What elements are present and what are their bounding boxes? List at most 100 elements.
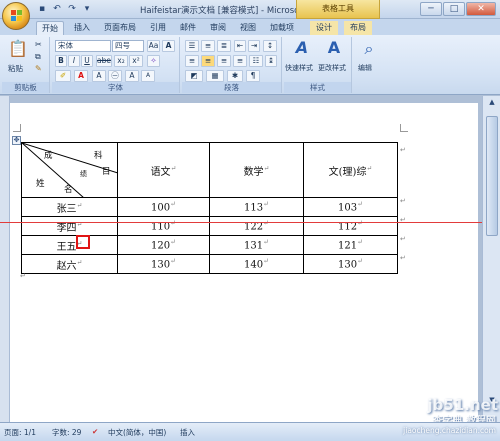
scroll-up-icon[interactable]: ▲ — [486, 98, 498, 108]
copy-icon[interactable]: ⧉ — [35, 52, 41, 62]
score-cell[interactable]: 140↵ — [209, 254, 304, 274]
strikethrough-button[interactable]: abe — [96, 55, 112, 67]
score-cell[interactable]: 103↵ — [303, 197, 398, 217]
font-color-button[interactable]: A — [74, 70, 88, 82]
column-header[interactable]: 语文↵ — [117, 142, 210, 198]
shading-icon[interactable]: ◩ — [185, 70, 203, 82]
text-effect-icon[interactable]: ✧ — [147, 55, 160, 67]
justify-icon[interactable]: ≡ — [233, 55, 247, 67]
name-cell[interactable]: 张三↵ — [21, 197, 118, 217]
chinese-layout-icon[interactable]: ✱ — [227, 70, 243, 82]
bold-button[interactable]: B — [55, 55, 67, 67]
score-cell[interactable]: 121↵ — [303, 235, 398, 255]
bullets-icon[interactable]: ☰ — [185, 40, 199, 52]
font-size-select[interactable]: 四号 — [112, 40, 144, 52]
quick-styles-label[interactable]: 快速样式 — [285, 63, 313, 73]
paragraph-group: ☰ ≡ ≣ ⇤ ⇥ ↕ ≡ ≡ ≡ ≡ ☷ ↨ ◩ ▦ ✱ ¶ 段落 — [182, 37, 282, 93]
quick-styles-icon[interactable]: A — [290, 38, 314, 57]
tab-addins[interactable]: 加载项 — [266, 21, 298, 35]
shrink-font-icon[interactable]: A — [141, 70, 155, 82]
edit-label[interactable]: 编辑 — [358, 63, 372, 73]
find-binoculars-icon[interactable]: ⌕ — [359, 39, 379, 59]
tab-layout[interactable]: 布局 — [344, 21, 372, 35]
tab-references[interactable]: 引用 — [146, 21, 170, 35]
clear-format-icon[interactable]: A — [162, 40, 175, 52]
language-indicator[interactable]: 中文(简体，中国) — [108, 427, 166, 438]
score-table[interactable]: 成 科 绩 目 姓 名 语文↵ 数学↵ 文(理)综↵ 张三↵ 100↵ 113↵… — [21, 142, 398, 274]
word-count[interactable]: 字数: 29 — [52, 427, 81, 438]
score-cell[interactable]: 122↵ — [209, 216, 304, 236]
format-painter-icon[interactable]: ✎ — [35, 64, 42, 73]
score-cell[interactable]: 130↵ — [303, 254, 398, 274]
diagonal-header-cell[interactable]: 成 科 绩 目 姓 名 — [21, 142, 118, 198]
font-group-label: 字体 — [52, 82, 179, 93]
paste-label[interactable]: 粘贴 — [8, 63, 23, 74]
show-marks-icon[interactable]: ¶ — [246, 70, 260, 82]
sort-icon[interactable]: ↕ — [263, 40, 277, 52]
proofing-icon[interactable]: ✔ — [92, 427, 98, 436]
maximize-button[interactable]: □ — [443, 2, 465, 16]
name-cell[interactable]: 王五↵ — [21, 235, 118, 255]
line-spacing-icon[interactable]: ↨ — [265, 55, 277, 67]
subscript-button[interactable]: x₂ — [114, 55, 128, 67]
table-row[interactable]: 赵六↵ 130↵ 140↵ 130↵ — [21, 254, 398, 274]
office-button[interactable] — [2, 2, 30, 30]
change-styles-label[interactable]: 更改样式 — [318, 63, 346, 73]
customize-qat-icon[interactable]: ▾ — [81, 3, 93, 15]
column-header[interactable]: 数学↵ — [209, 142, 304, 198]
tab-mailings[interactable]: 邮件 — [176, 21, 200, 35]
vertical-scrollbar[interactable]: ▲ ▼ — [482, 96, 500, 422]
distributed-icon[interactable]: ☷ — [249, 55, 263, 67]
border-icon[interactable]: ▦ — [206, 70, 224, 82]
increase-indent-icon[interactable]: ⇥ — [248, 40, 260, 52]
change-case-icon[interactable]: Aa — [147, 40, 160, 52]
score-text: 122 — [244, 221, 264, 233]
undo-icon[interactable]: ↶ — [51, 3, 63, 15]
column-header[interactable]: 文(理)综↵ — [303, 142, 398, 198]
score-cell[interactable]: 110↵ — [117, 216, 210, 236]
tab-page-layout[interactable]: 页面布局 — [100, 21, 140, 35]
scrollbar-thumb[interactable] — [486, 116, 498, 236]
change-styles-icon[interactable]: A — [322, 38, 346, 57]
score-cell[interactable]: 130↵ — [117, 254, 210, 274]
align-center-icon[interactable]: ≡ — [201, 55, 215, 67]
score-cell[interactable]: 100↵ — [117, 197, 210, 217]
table-move-handle-icon[interactable]: ✥ — [12, 136, 21, 145]
underline-button[interactable]: U — [81, 55, 93, 67]
name-cell[interactable]: 赵六↵ — [21, 254, 118, 274]
score-cell[interactable]: 131↵ — [209, 235, 304, 255]
font-name-select[interactable]: 宋体 — [55, 40, 111, 52]
page-indicator[interactable]: 页面: 1/1 — [4, 427, 36, 438]
italic-button[interactable]: I — [68, 55, 80, 67]
tab-home[interactable]: 开始 — [36, 21, 64, 35]
cut-icon[interactable]: ✂ — [35, 40, 42, 49]
table-row[interactable]: 张三↵ 100↵ 113↵ 103↵ — [21, 197, 398, 217]
tab-view[interactable]: 视图 — [236, 21, 260, 35]
score-cell[interactable]: 120↵ — [117, 235, 210, 255]
close-button[interactable]: ✕ — [466, 2, 496, 16]
tab-design[interactable]: 设计 — [310, 21, 338, 35]
align-right-icon[interactable]: ≡ — [217, 55, 231, 67]
insert-mode[interactable]: 插入 — [180, 427, 195, 438]
paste-icon[interactable]: 📋 — [8, 39, 28, 58]
score-text: 110 — [151, 221, 171, 233]
name-cell[interactable]: 李四↵ — [21, 216, 118, 236]
diag-label: 姓 — [36, 179, 45, 189]
decrease-indent-icon[interactable]: ⇤ — [234, 40, 246, 52]
score-cell[interactable]: 113↵ — [209, 197, 304, 217]
grow-font-button[interactable]: A — [125, 70, 139, 82]
table-row[interactable]: 李四↵ 110↵ 122↵ 112↵ — [21, 216, 398, 236]
score-cell[interactable]: 112↵ — [303, 216, 398, 236]
enclose-char-icon[interactable]: ㊀ — [108, 70, 122, 82]
numbering-icon[interactable]: ≡ — [201, 40, 215, 52]
tab-insert[interactable]: 插入 — [70, 21, 94, 35]
align-left-icon[interactable]: ≡ — [185, 55, 199, 67]
tab-review[interactable]: 审阅 — [206, 21, 230, 35]
minimize-button[interactable]: ─ — [420, 2, 442, 16]
redo-icon[interactable]: ↷ — [66, 3, 78, 15]
multilevel-list-icon[interactable]: ≣ — [217, 40, 231, 52]
char-shading-icon[interactable]: A — [92, 70, 106, 82]
highlight-icon[interactable]: ✐ — [55, 70, 71, 82]
superscript-button[interactable]: x² — [129, 55, 143, 67]
save-icon[interactable]: ▪ — [36, 3, 48, 15]
